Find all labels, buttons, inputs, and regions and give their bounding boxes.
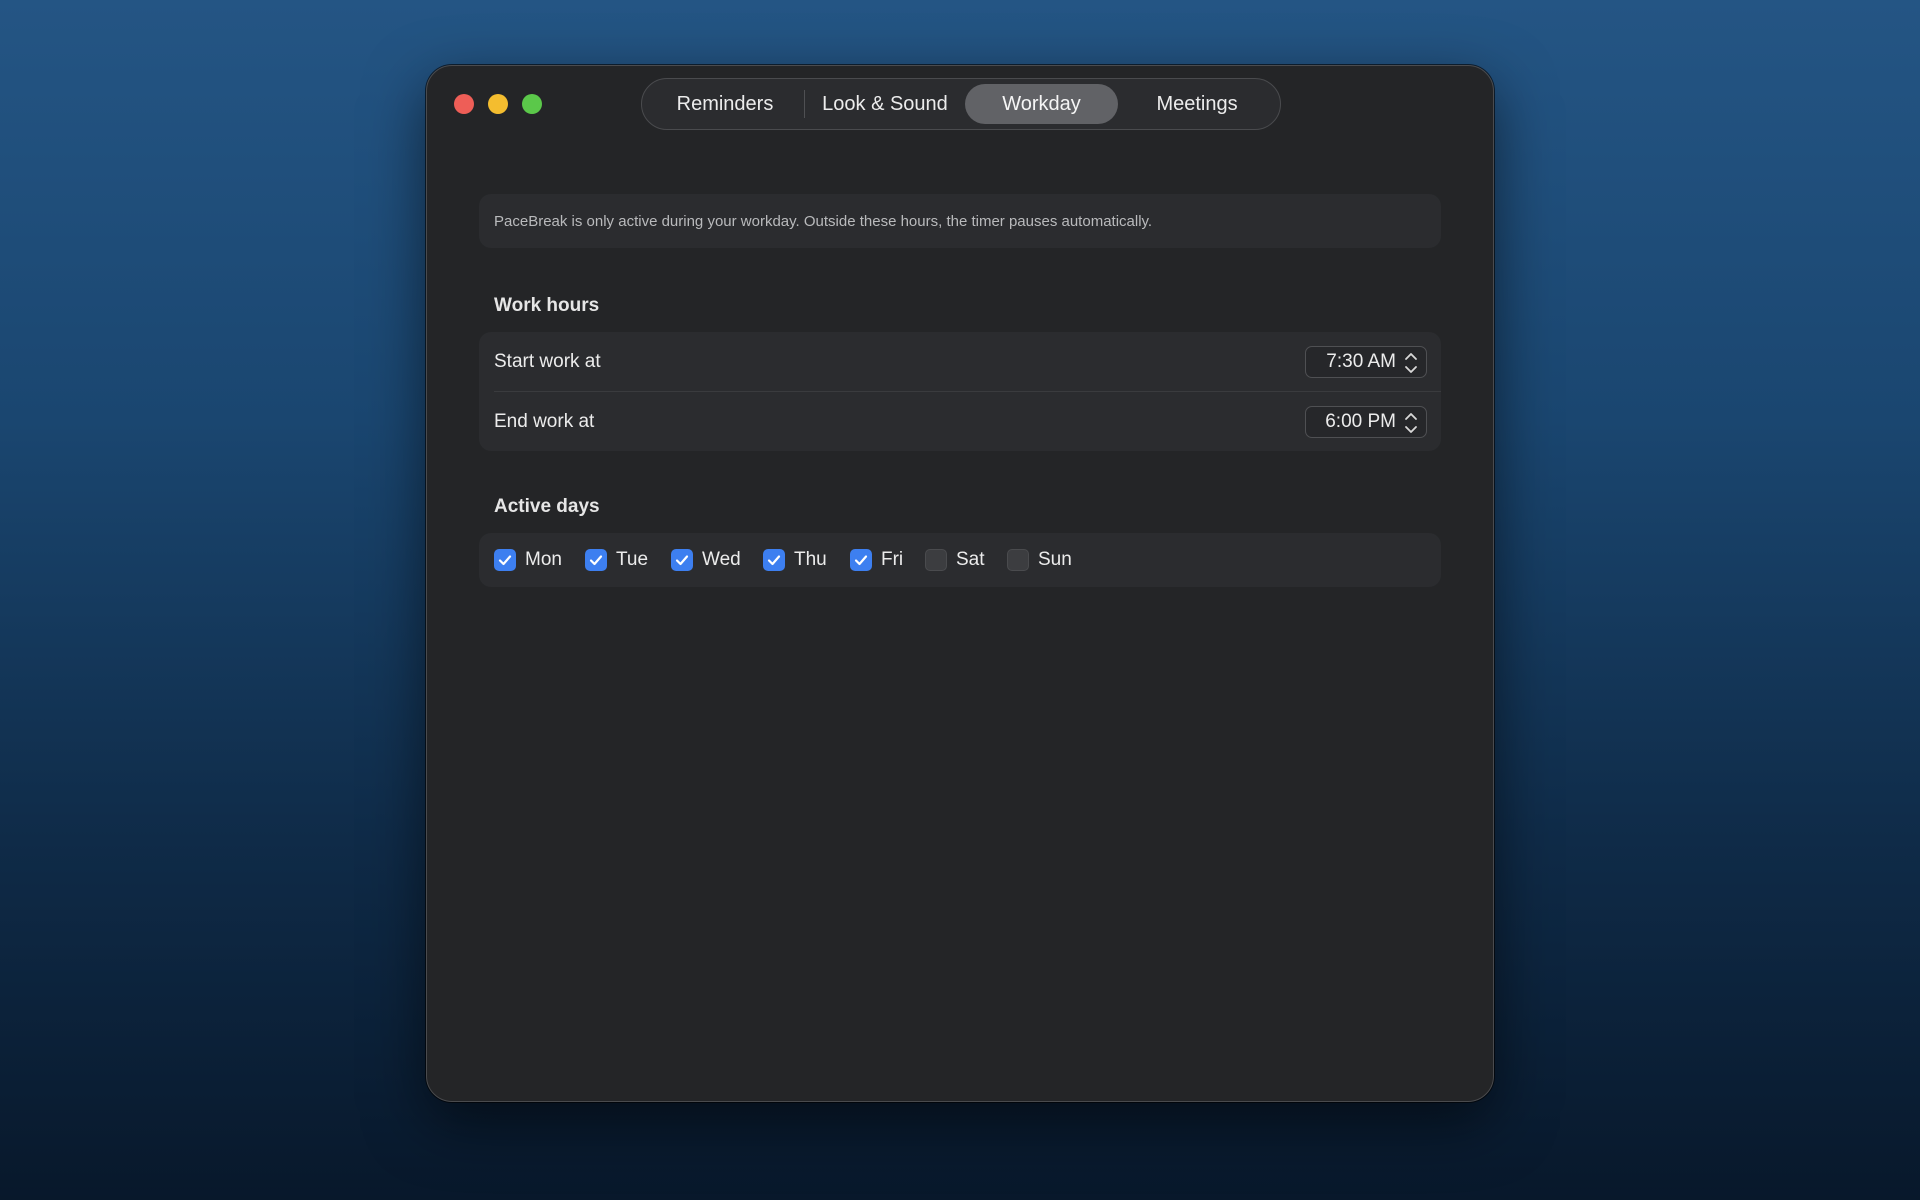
checkbox-fri[interactable] — [850, 549, 872, 571]
maximize-button[interactable] — [522, 94, 542, 114]
checkmark-icon — [767, 555, 781, 566]
checkmark-icon — [498, 555, 512, 566]
minimize-button[interactable] — [488, 94, 508, 114]
work-hours-title: Work hours — [494, 295, 600, 316]
day-label: Tue — [616, 549, 649, 570]
checkmark-icon — [854, 555, 868, 566]
end-time-value: 6:00 PM — [1325, 410, 1396, 432]
tab-reminders[interactable]: Reminders — [646, 84, 804, 124]
day-label: Fri — [881, 549, 904, 570]
end-work-label: End work at — [494, 410, 595, 432]
stepper-icon[interactable] — [1404, 350, 1418, 376]
day-label: Thu — [794, 549, 827, 570]
day-fri[interactable]: Fri — [850, 548, 903, 572]
checkbox-sat[interactable] — [925, 549, 947, 571]
checkbox-mon[interactable] — [494, 549, 516, 571]
tab-workday[interactable]: Workday — [964, 84, 1119, 124]
day-label: Wed — [702, 549, 741, 570]
settings-window: Reminders Look & Sound Workday Meetings … — [426, 65, 1494, 1102]
day-label: Sun — [1038, 549, 1072, 570]
stepper-icon[interactable] — [1404, 410, 1418, 436]
day-label: Sat — [956, 549, 985, 570]
info-text: PaceBreak is only active during your wor… — [494, 212, 1153, 230]
checkbox-tue[interactable] — [585, 549, 607, 571]
active-days-title: Active days — [494, 496, 600, 517]
day-label: Mon — [525, 549, 562, 570]
tab-meetings[interactable]: Meetings — [1118, 84, 1276, 124]
checkbox-sun[interactable] — [1007, 549, 1029, 571]
checkmark-icon — [675, 555, 689, 566]
start-time-value: 7:30 AM — [1326, 350, 1396, 372]
checkbox-thu[interactable] — [763, 549, 785, 571]
day-wed[interactable]: Wed — [671, 548, 741, 572]
active-days-group: Mon Tue Wed Thu Fri Sat Sun — [479, 533, 1441, 587]
end-time-picker[interactable]: 6:00 PM — [1305, 405, 1427, 438]
info-banner: PaceBreak is only active during your wor… — [479, 194, 1441, 248]
checkmark-icon — [589, 555, 603, 566]
start-work-row: Start work at 7:30 AM — [479, 332, 1441, 392]
close-button[interactable] — [454, 94, 474, 114]
work-hours-group: Start work at 7:30 AM End work at 6:00 P… — [479, 332, 1441, 451]
checkbox-wed[interactable] — [671, 549, 693, 571]
day-thu[interactable]: Thu — [763, 548, 827, 572]
day-sun[interactable]: Sun — [1007, 548, 1072, 572]
day-sat[interactable]: Sat — [925, 548, 985, 572]
start-work-label: Start work at — [494, 350, 601, 372]
day-mon[interactable]: Mon — [494, 548, 562, 572]
tab-bar: Reminders Look & Sound Workday Meetings — [641, 78, 1281, 130]
tab-look-and-sound[interactable]: Look & Sound — [805, 84, 965, 124]
end-work-row: End work at 6:00 PM — [479, 392, 1441, 451]
day-tue[interactable]: Tue — [585, 548, 648, 572]
start-time-picker[interactable]: 7:30 AM — [1305, 345, 1427, 378]
